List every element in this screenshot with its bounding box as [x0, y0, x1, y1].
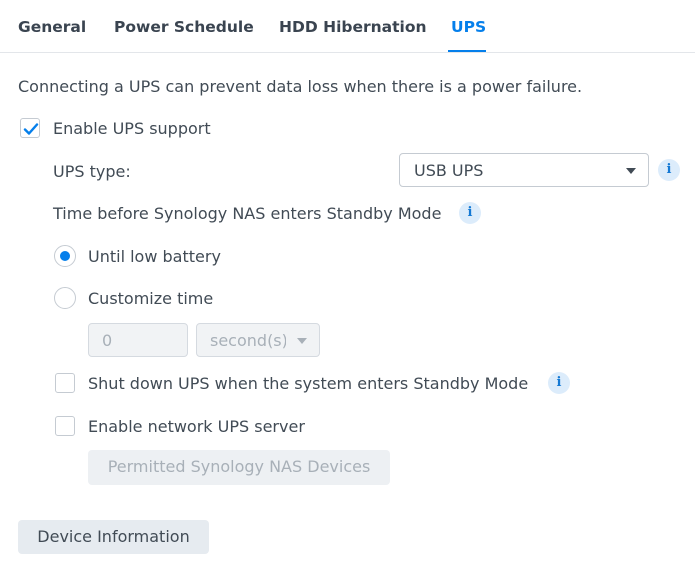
info-icon[interactable]: i: [658, 159, 680, 181]
chevron-down-icon: [297, 338, 307, 344]
network-ups-checkbox[interactable]: [55, 416, 75, 436]
customize-time-radio[interactable]: [54, 287, 76, 309]
enable-ups-checkbox[interactable]: [20, 118, 40, 138]
tab-general[interactable]: General: [18, 18, 86, 36]
tab-power-schedule[interactable]: Power Schedule: [114, 18, 254, 36]
checkmark-icon: [23, 123, 39, 135]
tab-divider: [0, 52, 695, 53]
network-ups-label: Enable network UPS server: [88, 417, 305, 436]
standby-heading: Time before Synology NAS enters Standby …: [53, 204, 442, 223]
radio-selected-dot: [60, 251, 70, 261]
info-icon[interactable]: i: [548, 372, 570, 394]
permitted-devices-button[interactable]: Permitted Synology NAS Devices: [88, 450, 390, 485]
customize-time-label: Customize time: [88, 289, 214, 308]
time-unit-select[interactable]: second(s): [196, 323, 320, 357]
enable-ups-label: Enable UPS support: [53, 119, 211, 138]
shutdown-ups-checkbox[interactable]: [55, 373, 75, 393]
until-low-battery-radio[interactable]: [54, 245, 76, 267]
time-unit-value: second(s): [210, 331, 286, 350]
until-low-battery-label: Until low battery: [88, 247, 221, 266]
time-value: 0: [102, 331, 113, 350]
ups-type-select[interactable]: USB UPS: [399, 153, 649, 187]
ups-type-label: UPS type:: [53, 162, 131, 181]
tab-hdd-hibernation[interactable]: HDD Hibernation: [279, 18, 427, 36]
ups-description: Connecting a UPS can prevent data loss w…: [18, 77, 583, 96]
ups-type-value: USB UPS: [414, 161, 484, 180]
time-value-input[interactable]: 0: [88, 323, 188, 357]
info-icon[interactable]: i: [459, 202, 481, 224]
tab-bar: General Power Schedule HDD Hibernation U…: [0, 0, 695, 53]
shutdown-ups-label: Shut down UPS when the system enters Sta…: [88, 374, 529, 393]
tab-ups[interactable]: UPS: [451, 18, 486, 36]
device-information-button[interactable]: Device Information: [18, 520, 209, 554]
chevron-down-icon: [626, 168, 636, 174]
